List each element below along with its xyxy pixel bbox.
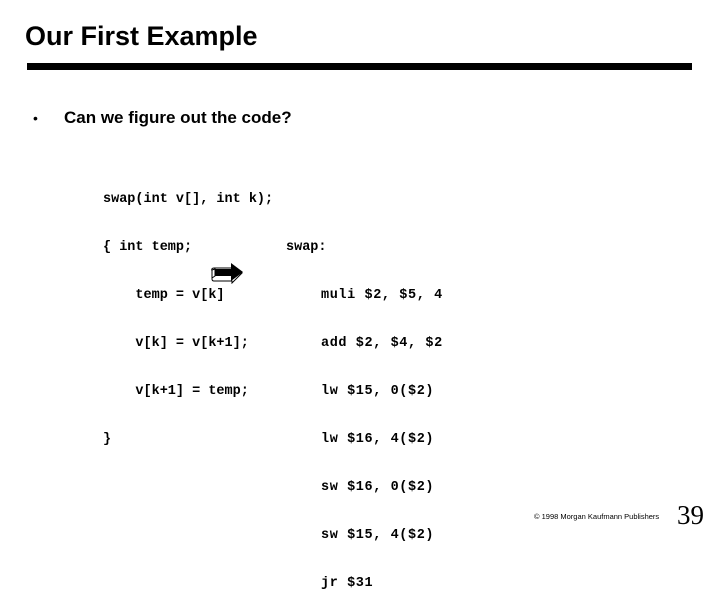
- asm-label: swap:: [286, 240, 327, 255]
- footer-copyright: © 1998 Morgan Kaufmann Publishers: [534, 512, 660, 521]
- asm-code-line: muli $2, $5, 4: [321, 288, 443, 303]
- slide-title: Our First Example: [25, 21, 258, 51]
- c-code-line: { int temp;: [103, 240, 193, 255]
- asm-code-line: sw $15, 4($2): [321, 528, 435, 543]
- bullet-marker: •: [33, 110, 38, 126]
- asm-code-line: jr $31: [321, 576, 374, 591]
- asm-code-line: sw $16, 0($2): [321, 480, 435, 495]
- asm-code-line: add $2, $4, $2: [321, 336, 443, 351]
- asm-code-line: lw $16, 4($2): [321, 432, 435, 447]
- c-code-line: v[k+1] = temp;: [103, 384, 249, 399]
- c-code-line: temp = v[k]: [103, 288, 225, 303]
- asm-code-block: muli $2, $5, 4 add $2, $4, $2 lw $15, 0(…: [321, 256, 443, 608]
- c-code-line: v[k] = v[k+1];: [103, 336, 249, 351]
- title-divider: [27, 63, 692, 70]
- right-arrow-icon: [210, 262, 244, 285]
- asm-code-line: lw $15, 0($2): [321, 384, 435, 399]
- bullet-text: Can we figure out the code?: [64, 108, 292, 127]
- c-code-line: }: [103, 432, 112, 447]
- c-code-line: swap(int v[], int k);: [103, 192, 274, 207]
- c-code-block: swap(int v[], int k); { int temp; temp =…: [103, 160, 273, 464]
- page-number: 39: [677, 500, 704, 530]
